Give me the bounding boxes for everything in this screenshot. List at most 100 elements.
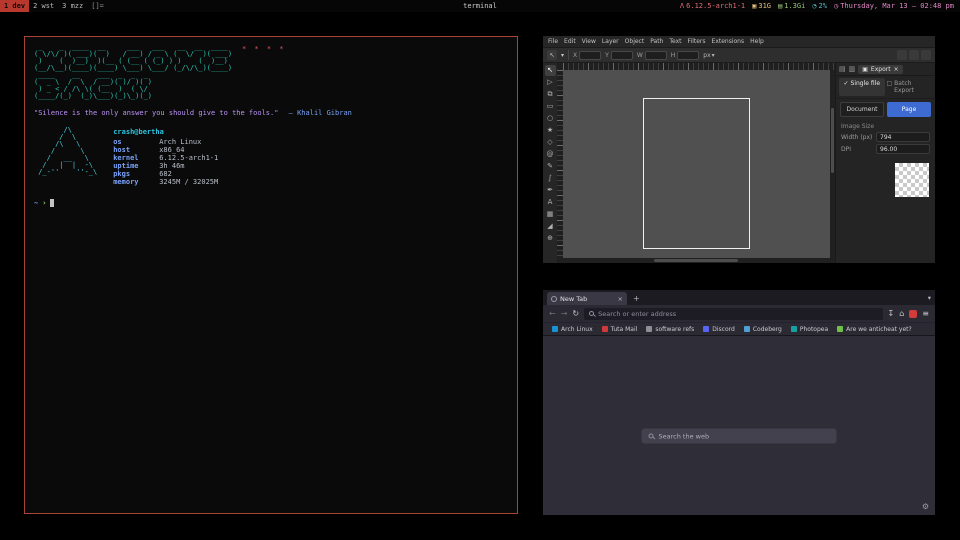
document-page[interactable]	[643, 98, 750, 248]
bookmark-discord[interactable]: Discord	[703, 326, 735, 333]
personalize-gear-icon[interactable]: ⚙	[922, 502, 929, 511]
canvas[interactable]	[563, 70, 830, 258]
bookmark-anticheat[interactable]: Are we anticheat yet?	[837, 326, 912, 333]
inkscape-main: ↖ ▷ ⧉ ▭ ○ ★ ◇ @ ✎ ∫ ✒ A ▦ ◢ ⊕	[543, 63, 935, 263]
calligraphy-tool[interactable]: ✒	[545, 185, 556, 196]
x-input[interactable]	[579, 51, 601, 60]
dpi-label: DPI	[841, 146, 873, 153]
node-tool[interactable]: ▷	[545, 77, 556, 88]
workspace-tag-1[interactable]: 1 dev	[0, 0, 29, 12]
tuta-favicon	[602, 326, 608, 332]
selection-mode-icon[interactable]: ↖	[547, 50, 557, 60]
pen-tool[interactable]: ∫	[545, 173, 556, 184]
prompt-symbol: ›	[42, 199, 46, 207]
w-input[interactable]	[645, 51, 667, 60]
workspace-tag-2[interactable]: 2 wst	[29, 0, 58, 12]
forward-button[interactable]: →	[561, 310, 568, 318]
single-file-label: Single file	[851, 80, 881, 94]
browser-tab[interactable]: New Tab ×	[547, 292, 627, 305]
h-input[interactable]	[677, 51, 699, 60]
address-placeholder: Search or enter address	[598, 310, 676, 318]
menu-file[interactable]: File	[548, 38, 558, 45]
terminal-window[interactable]: _ _ ____ __ ___ ___ __ __ ____ ( \/\/ )(…	[24, 36, 518, 514]
canvas-row	[557, 70, 835, 258]
tool-controls-bar: ↖ ▾ X Y W H px ▾	[543, 47, 935, 63]
selection-dropdown-icon[interactable]: ▾	[561, 52, 564, 59]
transform-option-icon-2[interactable]	[909, 50, 919, 60]
menu-layer[interactable]: Layer	[602, 38, 619, 45]
single-file-tab[interactable]: ✓ Single file	[839, 78, 885, 96]
export-dpi-input[interactable]: 96.00	[876, 144, 930, 154]
unit-dropdown[interactable]: px ▾	[703, 52, 714, 59]
home-icon[interactable]: ⌂	[899, 310, 904, 318]
width-label: Width (px)	[841, 134, 873, 141]
export-width-input[interactable]: 794	[876, 132, 930, 142]
bookmark-arch-linux[interactable]: Arch Linux	[552, 326, 593, 333]
focused-window-title: terminal	[463, 2, 497, 10]
fetch-value-os: Arch Linux	[159, 138, 201, 146]
rectangle-tool[interactable]: ▭	[545, 101, 556, 112]
vscroll-thumb[interactable]	[831, 108, 834, 174]
transform-option-icon-1[interactable]	[897, 50, 907, 60]
new-tab-button[interactable]: +	[633, 294, 640, 303]
swatches-dialog-icon[interactable]: ▤	[839, 65, 846, 73]
transform-option-icon-3[interactable]	[921, 50, 931, 60]
bookmark-software-refs[interactable]: software refs	[646, 326, 694, 333]
gradient-tool[interactable]: ▦	[545, 209, 556, 220]
menu-object[interactable]: Object	[625, 38, 645, 45]
export-page-button[interactable]: Page	[887, 102, 931, 117]
export-tab-label: Export	[871, 66, 891, 73]
batch-export-tab[interactable]: □ Batch Export	[887, 78, 933, 96]
x-field: X	[573, 51, 601, 60]
menu-help[interactable]: Help	[750, 38, 764, 45]
extension-icon[interactable]	[909, 310, 917, 318]
back-button[interactable]: ←	[549, 310, 556, 318]
downloads-icon[interactable]: ↧	[888, 310, 895, 318]
canvas-horizontal-scrollbar[interactable]	[557, 258, 835, 263]
menu-view[interactable]: View	[582, 38, 596, 45]
document-properties-icon[interactable]: ▥	[849, 65, 856, 73]
search-icon	[649, 434, 654, 439]
shell-prompt[interactable]: ~ ›	[34, 199, 508, 207]
ellipse-tool[interactable]: ○	[545, 113, 556, 124]
fetch-label-memory: memory	[113, 178, 159, 186]
bookmark-label: Codeberg	[753, 326, 782, 333]
export-tab[interactable]: ▣ Export ×	[858, 65, 902, 74]
tab-close-icon[interactable]: ×	[618, 295, 623, 303]
selector-tool[interactable]: ↖	[545, 65, 556, 76]
bookmark-tuta-mail[interactable]: Tuta Mail	[602, 326, 638, 333]
dropper-tool[interactable]: ◢	[545, 221, 556, 232]
export-document-button[interactable]: Document	[840, 102, 884, 117]
menu-path[interactable]: Path	[650, 38, 663, 45]
pencil-tool[interactable]: ✎	[545, 161, 556, 172]
star-tool[interactable]: ★	[545, 125, 556, 136]
photopea-favicon	[791, 326, 797, 332]
menu-icon[interactable]: ≡	[922, 310, 929, 318]
fetch-value-host: x86_64	[159, 146, 184, 154]
zoom-tool[interactable]: ⊕	[545, 233, 556, 244]
fetch-label-kernel: kernel	[113, 154, 159, 162]
horizontal-ruler[interactable]	[563, 63, 835, 70]
address-bar[interactable]: Search or enter address	[584, 308, 882, 320]
bookmark-photopea[interactable]: Photopea	[791, 326, 828, 333]
canvas-area	[557, 63, 835, 263]
shape-builder-tool[interactable]: ⧉	[545, 89, 556, 100]
hscroll-thumb[interactable]	[654, 259, 737, 262]
list-all-tabs-icon[interactable]: ▾	[928, 294, 931, 302]
bookmark-codeberg[interactable]: Codeberg	[744, 326, 782, 333]
canvas-vertical-scrollbar[interactable]	[830, 70, 835, 258]
menu-text[interactable]: Text	[669, 38, 681, 45]
workspace-tag-3[interactable]: 3 mzz	[58, 0, 87, 12]
newtab-content: Search the web ⚙	[543, 335, 935, 515]
menu-edit[interactable]: Edit	[564, 38, 576, 45]
reload-button[interactable]: ↻	[572, 310, 579, 318]
web-search-input[interactable]: Search the web	[642, 429, 837, 444]
menu-filters[interactable]: Filters	[688, 38, 706, 45]
text-tool[interactable]: A	[545, 197, 556, 208]
y-input[interactable]	[611, 51, 633, 60]
export-tab-close-icon[interactable]: ×	[894, 66, 899, 73]
layout-indicator[interactable]: []=	[87, 0, 108, 12]
box-3d-tool[interactable]: ◇	[545, 137, 556, 148]
spiral-tool[interactable]: @	[545, 149, 556, 160]
menu-extensions[interactable]: Extensions	[712, 38, 745, 45]
